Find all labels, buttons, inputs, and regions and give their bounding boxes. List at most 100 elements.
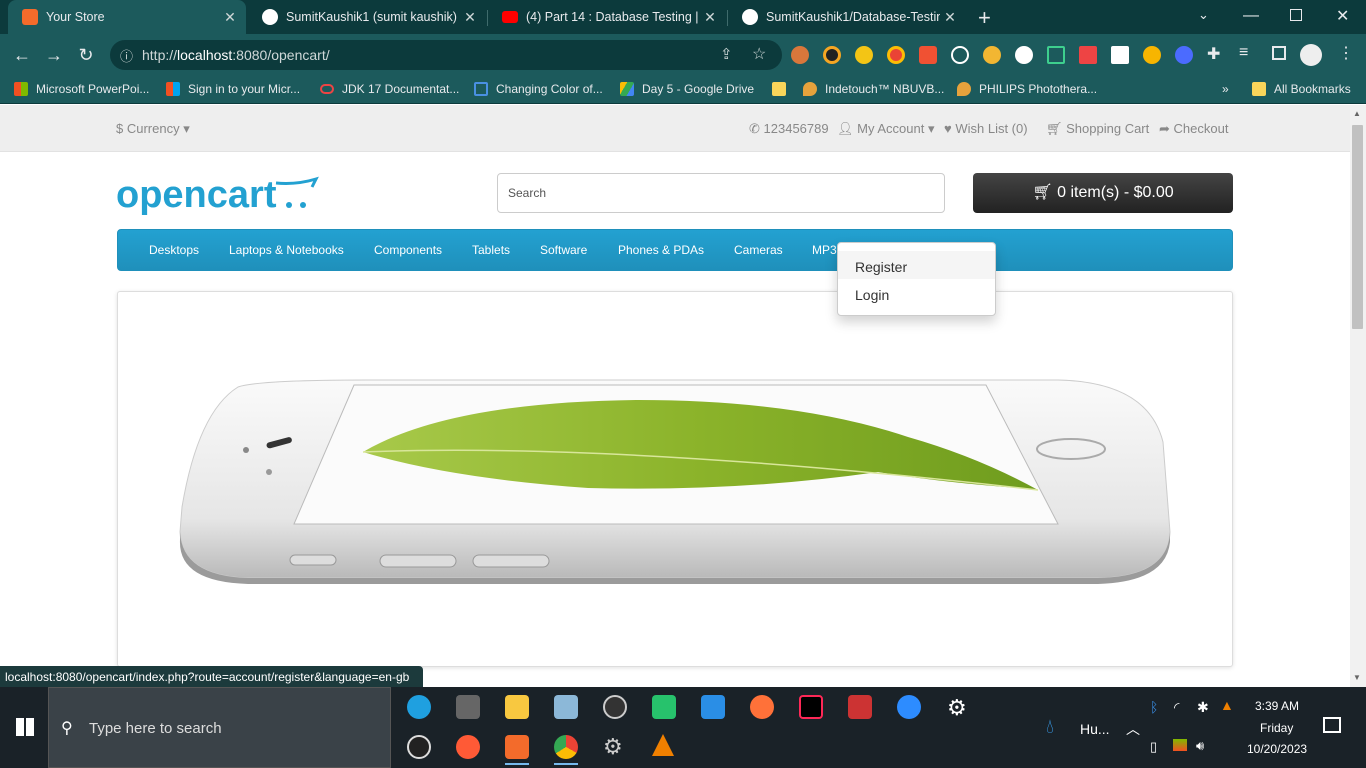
menu-item-desktops[interactable]: Desktops [149, 243, 199, 257]
login-link[interactable]: Login [838, 279, 995, 307]
address-bar[interactable]: ⓘ http://localhost:8080/opencart/ ⇪ ☆ [110, 40, 782, 70]
app-icon[interactable] [554, 695, 578, 719]
currency-dropdown[interactable]: $ Currency ▾ [116, 121, 190, 137]
bookmarks-overflow-icon[interactable]: » [1222, 82, 1229, 96]
wish-list-link[interactable]: ♥ Wish List (0) [944, 121, 1028, 136]
xampp-icon[interactable] [505, 735, 529, 759]
vlc-icon[interactable] [652, 734, 674, 756]
intellij-icon[interactable] [799, 695, 823, 719]
window-close-icon[interactable]: ✕ [1336, 6, 1349, 26]
close-icon[interactable]: ✕ [700, 9, 720, 26]
slack-icon[interactable]: ✱ [1197, 699, 1209, 716]
extension-icon[interactable] [1015, 46, 1033, 64]
extension-icon[interactable] [983, 46, 1001, 64]
windows-start-icon[interactable] [16, 718, 34, 736]
scroll-up-icon[interactable]: ▲ [1353, 109, 1361, 118]
tab-your-store[interactable]: Your Store ✕ [8, 0, 246, 34]
scrollbar-thumb[interactable] [1352, 125, 1363, 329]
app-icon[interactable] [848, 695, 872, 719]
firefox-icon[interactable] [750, 695, 774, 719]
extension-icon[interactable] [1143, 46, 1161, 64]
tab-github-repo[interactable]: SumitKaushik1/Database-Testing ✕ [728, 0, 966, 34]
extension-icon[interactable] [855, 46, 873, 64]
menu-kebab-icon[interactable]: ⋮ [1338, 43, 1354, 63]
postman-icon[interactable] [456, 735, 480, 759]
volume-icon[interactable]: 🔊︎ [1196, 738, 1204, 754]
zoom-icon[interactable] [897, 695, 921, 719]
scroll-down-icon[interactable]: ▼ [1353, 673, 1361, 682]
bookmark-star-icon[interactable]: ☆ [752, 44, 766, 64]
clock-day[interactable]: Friday [1260, 721, 1293, 735]
back-icon[interactable]: ← [10, 43, 34, 67]
network-icon[interactable]: ◜ [1174, 699, 1179, 716]
bookmark-item[interactable]: Microsoft PowerPoi... [14, 82, 149, 96]
extension-icon[interactable] [1175, 46, 1193, 64]
vscode-icon[interactable] [701, 695, 725, 719]
maximize-icon[interactable] [1290, 9, 1302, 21]
hero-slideshow[interactable] [117, 291, 1233, 667]
reload-icon[interactable]: ↻ [74, 43, 98, 67]
bookmark-item[interactable]: JDK 17 Documentat... [320, 82, 459, 96]
side-panel-icon[interactable] [1272, 46, 1286, 60]
phone[interactable]: ✆ 123456789 [749, 121, 829, 137]
bookmark-item[interactable]: Indetouch™ NBUVB... [803, 82, 944, 96]
profile-avatar[interactable] [1300, 44, 1322, 66]
calculator-icon[interactable] [456, 695, 480, 719]
register-link[interactable]: Register [838, 251, 995, 279]
extension-icon[interactable] [1111, 46, 1129, 64]
extension-icon[interactable] [791, 46, 809, 64]
app-tray-icon[interactable] [1173, 739, 1187, 751]
menu-item-software[interactable]: Software [540, 243, 587, 257]
obs-icon[interactable] [603, 695, 627, 719]
qa-preview-icon[interactable] [652, 695, 676, 719]
close-icon[interactable]: ✕ [220, 9, 240, 26]
extension-icon[interactable] [1079, 46, 1097, 64]
weather-text[interactable]: Hu... [1080, 721, 1110, 737]
extension-icon[interactable] [1047, 46, 1065, 64]
clock-time[interactable]: 3:39 AM [1255, 699, 1299, 713]
tab-search-icon[interactable]: ⌄ [1198, 7, 1209, 23]
close-icon[interactable]: ✕ [940, 9, 960, 26]
extensions-puzzle-icon[interactable]: ✚ [1207, 44, 1220, 64]
shopping-cart-link[interactable]: 🛒︎ Shopping Cart [1046, 121, 1149, 137]
chrome-icon[interactable] [554, 735, 578, 759]
clock-date[interactable]: 10/20/2023 [1247, 742, 1307, 756]
bookmark-item[interactable]: Day 5 - Google Drive [620, 82, 754, 96]
new-tab-button[interactable]: + [978, 5, 991, 31]
media-control-icon[interactable]: ≡ [1239, 44, 1248, 62]
minimize-icon[interactable]: — [1243, 7, 1259, 25]
vlc-tray-icon[interactable]: ▲ [1220, 697, 1234, 713]
forward-icon[interactable]: → [42, 43, 66, 67]
site-info-icon[interactable]: ⓘ [120, 46, 133, 65]
all-bookmarks[interactable]: All Bookmarks [1252, 82, 1351, 96]
extension-icon[interactable] [823, 46, 841, 64]
bluetooth-icon[interactable]: ᛒ [1150, 699, 1158, 715]
share-icon[interactable]: ⇪ [720, 45, 733, 63]
edge-icon[interactable] [407, 695, 431, 719]
menu-item-phones[interactable]: Phones & PDAs [618, 243, 704, 257]
menu-item-laptops[interactable]: Laptops & Notebooks [229, 243, 344, 257]
store-logo[interactable]: opencart [116, 171, 321, 220]
battery-icon[interactable]: ▯ [1150, 739, 1157, 755]
cart-button[interactable]: 🛒︎ 0 item(s) - $0.00 [973, 173, 1233, 213]
extension-icon[interactable] [919, 46, 937, 64]
bookmark-item[interactable]: Changing Color of... [474, 82, 603, 96]
bookmark-item[interactable]: PHILIPS Phototherа... [957, 82, 1097, 96]
notifications-icon[interactable] [1323, 717, 1341, 733]
my-account-dropdown[interactable]: 👤︎ My Account ▾ [837, 121, 934, 137]
show-hidden-icons[interactable]: ︿ [1126, 719, 1140, 739]
close-icon[interactable]: ✕ [460, 9, 480, 26]
bookmark-item[interactable]: Sign in to your Micr... [166, 82, 300, 96]
menu-item-components[interactable]: Components [374, 243, 442, 257]
extension-icon[interactable] [887, 46, 905, 64]
tab-youtube[interactable]: (4) Part 14 : Database Testing | D ✕ [488, 0, 726, 34]
bookmark-item[interactable] [772, 82, 794, 96]
menu-item-tablets[interactable]: Tablets [472, 243, 510, 257]
settings-gear-icon[interactable]: ⚙ [603, 734, 623, 760]
tab-github-profile[interactable]: SumitKaushik1 (sumit kaushik) ✕ [248, 0, 486, 34]
taskbar-search-box[interactable]: ⚲ Type here to search [48, 687, 391, 768]
menu-item-cameras[interactable]: Cameras [734, 243, 783, 257]
settings-gear-icon[interactable]: ⚙ [947, 695, 967, 721]
page-scrollbar[interactable]: ▲ ▼ [1350, 105, 1366, 687]
eyedropper-icon[interactable] [951, 46, 969, 64]
